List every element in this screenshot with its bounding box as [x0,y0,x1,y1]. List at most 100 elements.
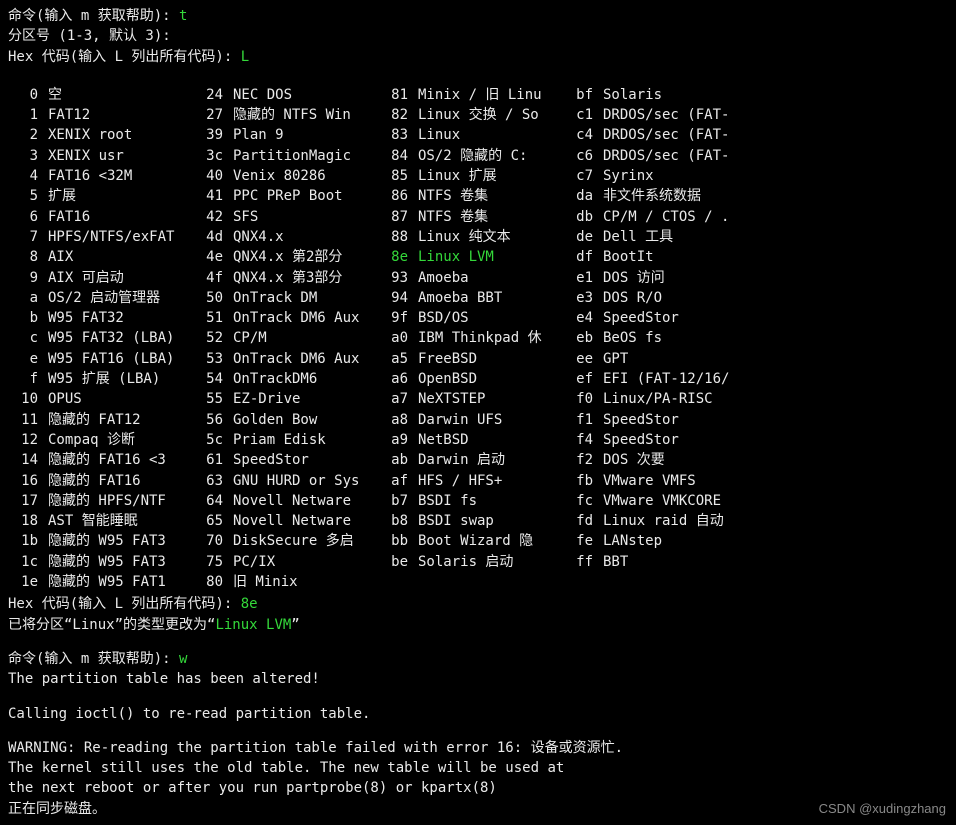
partition-type-desc: NEC DOS [233,85,378,105]
partition-type-desc: Compaq 诊断 [48,430,193,450]
partition-type-row: bW95 FAT3251OnTrack DM6 Aux9fBSD/OSe4Spe… [8,308,948,328]
partition-number-prompt[interactable]: 分区号 (1-3, 默认 3): [8,26,948,46]
partition-type-code: 56 [193,410,233,430]
partition-type-code: 4 [8,166,48,186]
partition-type-desc: Priam Edisk [233,430,378,450]
partition-type-desc: FreeBSD [418,349,563,369]
partition-type-desc: FAT12 [48,105,193,125]
cmd-prompt-2[interactable]: 命令(输入 m 获取帮助): w [8,649,948,669]
partition-type-code: a6 [378,369,418,389]
partition-type-code: b7 [378,491,418,511]
partition-type-desc: 隐藏的 W95 FAT3 [48,531,193,551]
partition-type-desc: 空 [48,85,193,105]
partition-type-desc: 隐藏的 FAT16 [48,471,193,491]
partition-type-code: 5c [193,430,233,450]
partition-type-desc: W95 FAT32 (LBA) [48,328,193,348]
partition-type-desc: NTFS 卷集 [418,207,563,227]
partition-type-row: eW95 FAT16 (LBA)53OnTrack DM6 Auxa5FreeB… [8,349,948,369]
partition-type-desc: Linux 扩展 [418,166,563,186]
partition-type-desc: PPC PReP Boot [233,186,378,206]
partition-type-code: 1c [8,552,48,572]
partition-type-code: 65 [193,511,233,531]
hex-code-prompt-1[interactable]: Hex 代码(输入 L 列出所有代码): L [8,47,948,67]
partition-type-row: 6FAT1642SFS87NTFS 卷集dbCP/M / CTOS / . [8,207,948,227]
partition-type-row: 8AIX4eQNX4.x 第2部分8eLinux LVMdfBootIt [8,247,948,267]
partition-type-desc: 隐藏的 NTFS Win [233,105,378,125]
partition-type-code: 70 [193,531,233,551]
hex-code-prompt-2[interactable]: Hex 代码(输入 L 列出所有代码): 8e [8,594,948,614]
partition-type-desc: OnTrack DM6 Aux [233,349,378,369]
partition-type-row: fW95 扩展 (LBA)54OnTrackDM6a6OpenBSDefEFI … [8,369,948,389]
partition-type-desc: DRDOS/sec (FAT- [603,105,748,125]
cmd-prompt-1[interactable]: 命令(输入 m 获取帮助): t [8,6,948,26]
partition-type-desc: W95 FAT16 (LBA) [48,349,193,369]
partition-type-desc: AIX [48,247,193,267]
partition-type-desc: 非文件系统数据 [603,186,748,206]
partition-type-code: fd [563,511,603,531]
partition-type-code: 64 [193,491,233,511]
cmd-prompt-2-input: w [179,651,187,667]
partition-type-code: 11 [8,410,48,430]
partition-type-code: 4f [193,268,233,288]
partition-type-code: 24 [193,85,233,105]
partition-type-code: 40 [193,166,233,186]
partition-type-desc: EZ-Drive [233,389,378,409]
cmd-prompt-2-label: 命令(输入 m 获取帮助): [8,651,179,667]
partition-type-desc: Boot Wizard 隐 [418,531,563,551]
partition-type-code: 41 [193,186,233,206]
partition-type-desc: OnTrackDM6 [233,369,378,389]
partition-type-code: 87 [378,207,418,227]
partition-type-desc: BeOS fs [603,328,748,348]
partition-type-desc: 隐藏的 W95 FAT3 [48,552,193,572]
hex-code-prompt-1-input: L [241,49,249,65]
partition-type-desc [603,572,748,592]
partition-type-desc: DRDOS/sec (FAT- [603,125,748,145]
partition-type-desc: 隐藏的 FAT16 <3 [48,450,193,470]
partition-type-desc: 隐藏的 W95 FAT1 [48,572,193,592]
partition-type-code: 3 [8,146,48,166]
partition-type-code: 51 [193,308,233,328]
partition-type-desc: Syrinx [603,166,748,186]
partition-type-row: 3XENIX usr3cPartitionMagic84OS/2 隐藏的 C:c… [8,146,948,166]
partition-type-desc: VMware VMKCORE [603,491,748,511]
partition-type-desc: OS/2 隐藏的 C: [418,146,563,166]
partition-type-row: 0空24NEC DOS81Minix / 旧 LinubfSolaris [8,85,948,105]
partition-type-desc: OnTrack DM6 Aux [233,308,378,328]
partition-type-desc: DiskSecure 多启 [233,531,378,551]
partition-type-code: 80 [193,572,233,592]
partition-type-code: 14 [8,450,48,470]
partition-type-desc: SFS [233,207,378,227]
partition-type-code: b8 [378,511,418,531]
partition-type-code: ef [563,369,603,389]
partition-type-code: a5 [378,349,418,369]
partition-type-code: 83 [378,125,418,145]
altered-message: The partition table has been altered! [8,669,948,689]
partition-type-code: 18 [8,511,48,531]
partition-type-code: 42 [193,207,233,227]
partition-type-row: 10OPUS55EZ-Drivea7NeXTSTEPf0Linux/PA-RIS… [8,389,948,409]
partition-type-desc: Novell Netware [233,491,378,511]
partition-type-code: ab [378,450,418,470]
partition-type-desc: DOS R/O [603,288,748,308]
partition-type-code: e4 [563,308,603,328]
partition-type-code: e1 [563,268,603,288]
partition-type-desc: OnTrack DM [233,288,378,308]
partition-type-code: 82 [378,105,418,125]
partition-type-desc: BootIt [603,247,748,267]
cmd-prompt-1-label: 命令(输入 m 获取帮助): [8,8,179,24]
partition-type-row: 16隐藏的 FAT1663GNU HURD or SysafHFS / HFS+… [8,471,948,491]
partition-type-code: a9 [378,430,418,450]
partition-type-code: 5 [8,186,48,206]
partition-type-row: 2XENIX root39Plan 983Linuxc4DRDOS/sec (F… [8,125,948,145]
partition-type-code: da [563,186,603,206]
partition-type-code: be [378,552,418,572]
partition-type-row: 12Compaq 诊断5cPriam Ediska9NetBSDf4SpeedS… [8,430,948,450]
partition-type-code: 1e [8,572,48,592]
hex-code-prompt-2-label: Hex 代码(输入 L 列出所有代码): [8,596,241,612]
warning-line-2: The kernel still uses the old table. The… [8,758,948,778]
partition-type-code: 3c [193,146,233,166]
partition-type-desc: OpenBSD [418,369,563,389]
partition-type-row: 18AST 智能睡眠65Novell Netwareb8BSDI swapfdL… [8,511,948,531]
partition-type-desc: QNX4.x 第3部分 [233,268,378,288]
partition-type-desc: DOS 访问 [603,268,748,288]
